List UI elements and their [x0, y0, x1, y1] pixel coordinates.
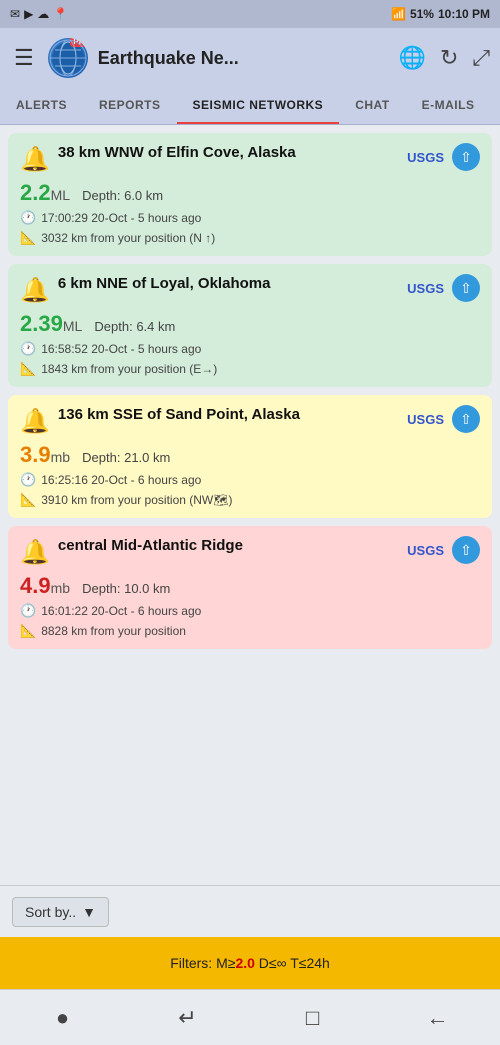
status-right: 📶 51% 10:10 PM	[391, 7, 490, 21]
tab-seismic[interactable]: SEISMIC NETWORKS	[177, 88, 340, 125]
sort-label: Sort by..	[25, 904, 76, 920]
filter-text: Filters: M≥2.0 D≤∞ T≤24h	[170, 955, 330, 971]
filter-bar: Filters: M≥2.0 D≤∞ T≤24h	[0, 937, 500, 989]
earthquake-card-4[interactable]: 🔔 central Mid-Atlantic Ridge USGS ⇧ 4.9m…	[8, 526, 492, 649]
return-button[interactable]: ↵	[163, 998, 213, 1038]
dot-button[interactable]: ●	[38, 998, 88, 1038]
time-2: 16:58:52 20-Oct - 5 hours ago	[41, 342, 201, 356]
tab-reports[interactable]: REPORTS	[83, 88, 177, 124]
tab-alerts[interactable]: ALERTS	[0, 88, 83, 124]
earthquake-icon-4: 🔔	[20, 538, 50, 567]
earthquake-card-1[interactable]: 🔔 38 km WNW of Elfin Cove, Alaska USGS ⇧…	[8, 133, 492, 256]
square-button[interactable]: □	[288, 998, 338, 1038]
bottom-nav: ● ↵ □ ←	[0, 989, 500, 1045]
back-button[interactable]: ←	[413, 998, 463, 1038]
depth-3: Depth: 21.0 km	[82, 450, 170, 465]
earthquake-title-2: 6 km NNE of Loyal, Oklahoma	[58, 274, 271, 294]
globe-button[interactable]: 🌐	[399, 45, 426, 71]
play-icon: ▶	[24, 7, 33, 21]
sort-chevron: ▼	[82, 904, 96, 920]
earthquake-card-2[interactable]: 🔔 6 km NNE of Loyal, Oklahoma USGS ⇧ 2.3…	[8, 264, 492, 387]
globe-logo-icon	[50, 40, 86, 76]
share-button-2[interactable]: ⇧	[452, 274, 480, 302]
depth-4: Depth: 10.0 km	[82, 581, 170, 596]
distance-icon-3: 📐	[20, 492, 36, 508]
status-bar: ✉ ▶ ☁ 📍 📶 51% 10:10 PM	[0, 0, 500, 28]
clock-icon-4: 🕐	[20, 603, 36, 619]
distance-1: 3032 km from your position (N ↑)	[41, 231, 215, 245]
time-1: 17:00:29 20-Oct - 5 hours ago	[41, 211, 201, 225]
app-title: Earthquake Ne...	[98, 48, 389, 69]
clock-icon-3: 🕐	[20, 472, 36, 488]
distance-icon-4: 📐	[20, 623, 36, 639]
clock-icon-2: 🕐	[20, 341, 36, 357]
magnitude-3: 3.9mb	[20, 442, 76, 467]
earthquake-list: 🔔 38 km WNW of Elfin Cove, Alaska USGS ⇧…	[0, 125, 500, 885]
usgs-link-1[interactable]: USGS	[407, 150, 444, 165]
distance-3: 3910 km from your position (NW🗺)	[41, 493, 232, 507]
app-logo: Pro	[48, 38, 88, 78]
share-button-4[interactable]: ⇧	[452, 536, 480, 564]
usgs-link-4[interactable]: USGS	[407, 543, 444, 558]
pro-badge: Pro	[70, 38, 87, 47]
magnitude-1: 2.2ML	[20, 180, 76, 205]
magnitude-4: 4.9mb	[20, 573, 76, 598]
sort-button[interactable]: Sort by.. ▼	[12, 897, 109, 927]
distance-2: 1843 km from your position (E→)	[41, 362, 217, 376]
earthquake-card-3[interactable]: 🔔 136 km SSE of Sand Point, Alaska USGS …	[8, 395, 492, 518]
tab-chat[interactable]: CHAT	[339, 88, 405, 124]
depth-2: Depth: 6.4 km	[94, 319, 175, 334]
earthquake-icon-3: 🔔	[20, 407, 50, 436]
time-3: 16:25:16 20-Oct - 6 hours ago	[41, 473, 201, 487]
earthquake-title-3: 136 km SSE of Sand Point, Alaska	[58, 405, 300, 425]
earthquake-title-4: central Mid-Atlantic Ridge	[58, 536, 243, 556]
wifi-icon: 📶	[391, 7, 406, 21]
tab-emails[interactable]: E-MAILS	[406, 88, 491, 124]
earthquake-icon-2: 🔔	[20, 276, 50, 305]
clock-icon-1: 🕐	[20, 210, 36, 226]
sort-bar: Sort by.. ▼	[0, 885, 500, 937]
depth-1: Depth: 6.0 km	[82, 188, 163, 203]
refresh-button[interactable]: ↻	[440, 45, 458, 71]
distance-icon-1: 📐	[20, 230, 36, 246]
time-4: 16:01:22 20-Oct - 6 hours ago	[41, 604, 201, 618]
earthquake-title-1: 38 km WNW of Elfin Cove, Alaska	[58, 143, 296, 163]
header-actions: 🌐 ↻ ⤢	[399, 45, 490, 71]
menu-button[interactable]: ☰	[10, 41, 38, 75]
earthquake-icon-1: 🔔	[20, 145, 50, 174]
mail-icon: ✉	[10, 7, 20, 21]
header: ☰ Pro Earthquake Ne... 🌐 ↻ ⤢	[0, 28, 500, 88]
distance-icon-2: 📐	[20, 361, 36, 377]
cloud-icon: ☁	[37, 7, 49, 21]
location-icon: 📍	[53, 7, 68, 21]
status-icons: ✉ ▶ ☁ 📍	[10, 7, 68, 21]
share-button-3[interactable]: ⇧	[452, 405, 480, 433]
clock: 10:10 PM	[438, 7, 490, 21]
filter-magnitude: 2.0	[235, 955, 254, 971]
expand-button[interactable]: ⤢	[472, 45, 490, 71]
usgs-link-2[interactable]: USGS	[407, 281, 444, 296]
distance-4: 8828 km from your position	[41, 624, 186, 638]
magnitude-2: 2.39ML	[20, 311, 88, 336]
usgs-link-3[interactable]: USGS	[407, 412, 444, 427]
share-button-1[interactable]: ⇧	[452, 143, 480, 171]
battery-level: 51%	[410, 7, 434, 21]
tab-bar: ALERTS REPORTS SEISMIC NETWORKS CHAT E-M…	[0, 88, 500, 125]
